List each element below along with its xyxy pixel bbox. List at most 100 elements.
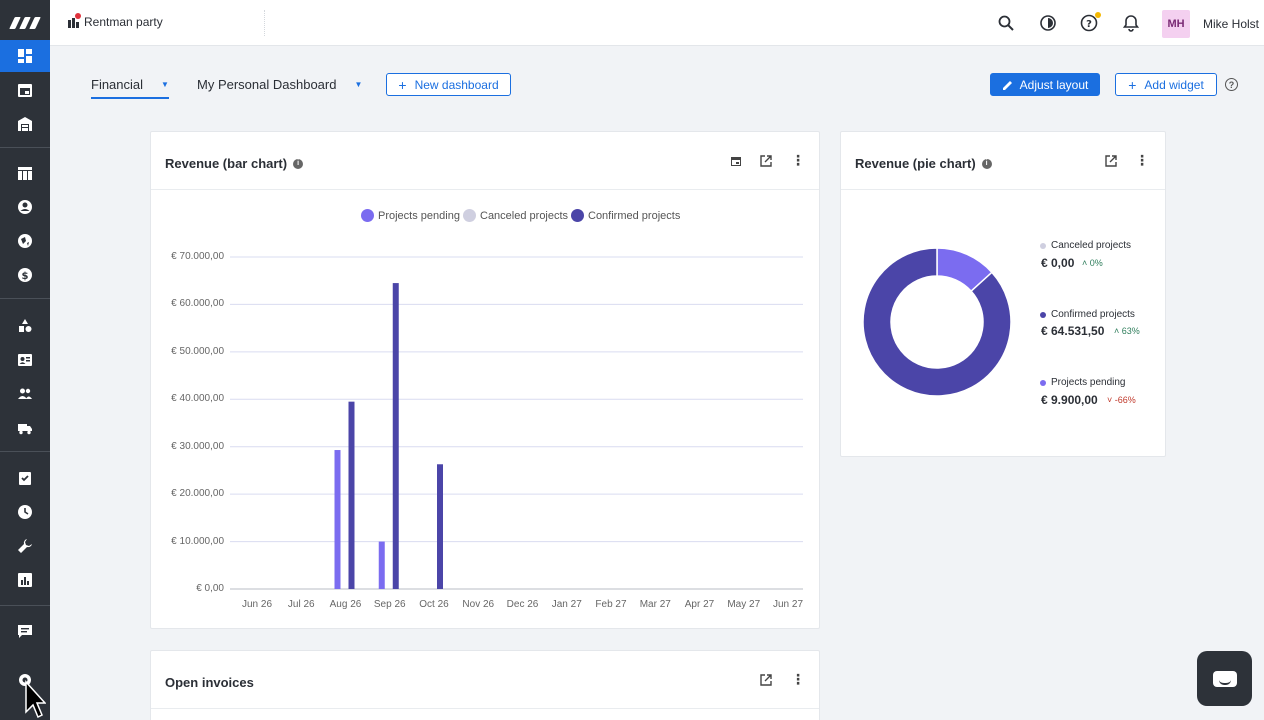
bell-icon[interactable] [1121, 13, 1141, 33]
theme-toggle-icon[interactable] [1038, 13, 1058, 33]
arrow-up-icon: ˄ [1114, 326, 1120, 336]
chat-bubble-icon [1212, 670, 1237, 687]
x-tick-label: Feb 27 [595, 599, 627, 610]
x-tick-label: Oct 26 [419, 599, 449, 610]
open-external-icon[interactable] [759, 154, 773, 168]
wrench-icon[interactable] [0, 530, 50, 562]
id-card-icon[interactable] [0, 344, 50, 376]
y-tick-label: € 0,00 [196, 583, 224, 594]
people-icon[interactable] [0, 378, 50, 410]
top-bar: Rentman party ? MH Mike Holst [50, 0, 1264, 46]
pie-change-pending: ˅ -66% [1107, 395, 1136, 405]
y-tick-label: € 50.000,00 [171, 345, 224, 357]
globe-icon[interactable] [0, 225, 50, 257]
widget-header: Open invoices ⋮ [151, 651, 819, 709]
avatar[interactable]: MH [1162, 10, 1190, 38]
legend-swatch [463, 209, 476, 222]
search-icon[interactable] [996, 13, 1016, 33]
tab-financial[interactable]: Financial ▼ [91, 77, 169, 99]
pencil-icon [1002, 80, 1012, 90]
widget-header: Revenue (pie chart) i ⋮ [841, 132, 1165, 190]
x-tick-label: Apr 27 [684, 599, 715, 610]
new-dashboard-button[interactable]: + New dashboard [386, 73, 511, 96]
legend-canceled-projects[interactable]: Canceled projects [463, 209, 568, 222]
warehouse-icon[interactable] [0, 108, 50, 140]
legend-label: Projects pending [1051, 377, 1126, 388]
more-options-icon[interactable]: ⋮ [791, 672, 805, 686]
caret-down-icon[interactable]: ▼ [354, 80, 362, 89]
tab-my-personal-dashboard[interactable]: My Personal Dashboard ▼ [197, 77, 362, 92]
dashboard-icon[interactable] [0, 40, 50, 72]
svg-text:?: ? [1086, 19, 1092, 30]
calendar-icon[interactable] [0, 74, 50, 106]
account-name: Rentman party [84, 15, 163, 29]
widget-title: Revenue (bar chart) i [165, 156, 304, 171]
legend-swatch [1040, 379, 1046, 386]
caret-down-icon[interactable]: ▼ [161, 80, 169, 89]
pie-value-pending: € 9.900,00 [1041, 393, 1098, 407]
legend-label: Canceled projects [1051, 240, 1132, 251]
legend-label: Confirmed projects [588, 209, 681, 222]
contact-icon[interactable] [0, 191, 50, 223]
help-icon[interactable]: ? [1079, 12, 1101, 33]
calendar-icon[interactable] [729, 154, 743, 168]
help-notification-dot [1095, 12, 1101, 18]
report-icon[interactable] [0, 564, 50, 596]
x-tick-label: Jun 26 [241, 599, 273, 610]
revenue-pie-chart-widget: Revenue (pie chart) i ⋮ [840, 131, 1166, 457]
plus-icon: + [398, 76, 407, 93]
table-icon[interactable] [0, 157, 50, 189]
pie-change-confirmed: ˄ 63% [1114, 326, 1140, 336]
x-tick-label: Mar 27 [639, 599, 671, 610]
left-navigation-rail: $ [0, 0, 50, 720]
widget-title-text: Open invoices [165, 675, 254, 690]
more-options-icon[interactable]: ⋮ [791, 153, 805, 167]
revenue-bar-chart-widget: Revenue (bar chart) i ⋮ [150, 131, 820, 629]
info-icon[interactable]: i [981, 158, 992, 169]
legend-swatch [571, 209, 584, 222]
plus-icon: + [1128, 76, 1137, 93]
open-external-icon[interactable] [759, 673, 773, 687]
legend-confirmed-projects[interactable]: Confirmed projects [571, 209, 680, 222]
truck-icon[interactable] [0, 412, 50, 444]
x-tick-label: Dec 26 [506, 599, 539, 610]
x-tick-label: Sep 26 [373, 599, 406, 610]
pie-value-canceled: € 0,00 [1041, 256, 1075, 270]
user-name[interactable]: Mike Holst [1203, 17, 1259, 31]
pie-value-confirmed: € 64.531,50 [1041, 324, 1105, 338]
x-tick-label: Jan 27 [551, 599, 582, 610]
arrow-down-icon: ˅ [1107, 395, 1113, 405]
legend-label: Confirmed projects [1051, 309, 1135, 320]
pie-legend-projects-pending: Projects pending [1040, 377, 1126, 388]
checklist-icon[interactable] [0, 462, 50, 494]
more-options-icon[interactable]: ⋮ [1135, 153, 1149, 167]
add-widget-button[interactable]: + Add widget [1115, 73, 1217, 96]
change-text: 0% [1089, 258, 1103, 268]
svg-text:$: $ [22, 271, 29, 282]
adjust-layout-button[interactable]: Adjust layout [990, 73, 1100, 96]
tab-label: Financial [91, 77, 144, 92]
y-tick-label: € 40.000,00 [171, 393, 224, 405]
legend-projects-pending[interactable]: Projects pending [361, 209, 460, 222]
pie-legend-confirmed-projects: Confirmed projects [1040, 309, 1135, 320]
legend-swatch [1040, 311, 1046, 318]
chat-icon[interactable] [0, 615, 50, 647]
support-chat-button[interactable] [1197, 651, 1252, 706]
widget-title-text: Revenue (pie chart) [855, 156, 976, 171]
account-switcher[interactable]: Rentman party [68, 13, 163, 29]
x-tick-label: May 27 [727, 599, 761, 610]
info-icon[interactable]: i [293, 158, 304, 169]
clock-icon[interactable] [0, 496, 50, 528]
widget-title: Open invoices [165, 675, 254, 690]
widget-header: Revenue (bar chart) i ⋮ [151, 132, 819, 190]
open-external-icon[interactable] [1104, 154, 1118, 168]
legend-swatch [361, 209, 374, 222]
y-tick-label: € 20.000,00 [171, 488, 224, 500]
dollar-icon[interactable]: $ [0, 259, 50, 291]
shapes-icon[interactable] [0, 310, 50, 342]
x-tick-label: Jul 26 [287, 599, 315, 610]
question-icon[interactable]: ? [1225, 78, 1238, 91]
arrow-up-icon: ˄ [1082, 258, 1088, 268]
widget-title: Revenue (pie chart) i [855, 156, 992, 171]
x-tick-label: Aug 26 [329, 599, 362, 610]
